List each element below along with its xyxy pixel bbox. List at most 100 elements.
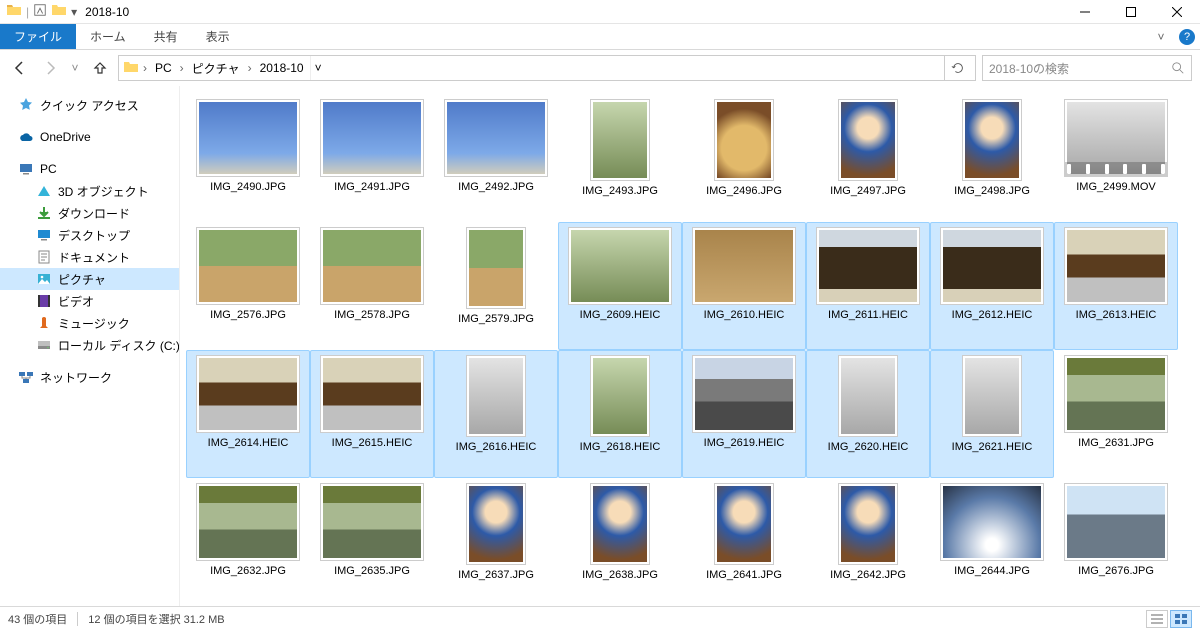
sidebar-item-ミュージック[interactable]: ミュージック (0, 312, 179, 334)
file-thumbnail[interactable]: IMG_2611.HEIC (806, 222, 930, 350)
file-thumbnail[interactable]: IMG_2578.JPG (310, 222, 434, 350)
file-thumbnail[interactable]: IMG_2644.JPG (930, 478, 1054, 606)
file-name-label: IMG_2614.HEIC (208, 437, 289, 450)
breadcrumb-pictures[interactable]: ピクチャ (188, 59, 244, 78)
file-thumbnail[interactable]: IMG_2618.HEIC (558, 350, 682, 478)
thumbnail-image (816, 227, 920, 305)
breadcrumb-sep[interactable]: › (141, 61, 149, 75)
file-name-label: IMG_2644.JPG (954, 565, 1030, 578)
breadcrumb-sep[interactable]: › (246, 61, 254, 75)
minimize-button[interactable] (1062, 0, 1108, 24)
thumbnail-image (568, 227, 672, 305)
address-bar[interactable]: › PC › ピクチャ › 2018-10 ˅ (118, 55, 976, 81)
file-thumbnail[interactable]: IMG_2609.HEIC (558, 222, 682, 350)
file-thumbnail[interactable]: IMG_2615.HEIC (310, 350, 434, 478)
file-name-label: IMG_2579.JPG (458, 313, 534, 326)
sidebar-item-ローカル ディスク (C:)[interactable]: ローカル ディスク (C:) (0, 334, 179, 356)
tab-home[interactable]: ホーム (76, 24, 140, 49)
close-button[interactable] (1154, 0, 1200, 24)
view-details-button[interactable] (1146, 610, 1168, 628)
qat-dropdown-icon[interactable]: ▾ (71, 5, 77, 19)
file-thumbnail[interactable]: IMG_2632.JPG (186, 478, 310, 606)
file-name-label: IMG_2638.JPG (582, 569, 658, 582)
sidebar-item-label: OneDrive (40, 130, 91, 144)
file-thumbnail[interactable]: IMG_2498.JPG (930, 94, 1054, 222)
up-button[interactable] (88, 56, 112, 80)
file-thumbnail[interactable]: IMG_2493.JPG (558, 94, 682, 222)
file-thumbnail[interactable]: IMG_2641.JPG (682, 478, 806, 606)
sidebar-pc[interactable]: PC (0, 158, 179, 180)
file-name-label: IMG_2631.JPG (1078, 437, 1154, 450)
thumbnail-image (838, 483, 898, 565)
status-bar: 43 個の項目 12 個の項目を選択 31.2 MB (0, 606, 1200, 630)
sidebar-item-ピクチャ[interactable]: ピクチャ (0, 268, 179, 290)
file-thumbnail[interactable]: IMG_2676.JPG (1054, 478, 1178, 606)
file-thumbnail[interactable]: IMG_2620.HEIC (806, 350, 930, 478)
breadcrumb-sep[interactable]: › (178, 61, 186, 75)
file-thumbnail[interactable]: IMG_2642.JPG (806, 478, 930, 606)
sidebar-item-ドキュメント[interactable]: ドキュメント (0, 246, 179, 268)
file-grid[interactable]: IMG_2490.JPGIMG_2491.JPGIMG_2492.JPGIMG_… (180, 86, 1200, 606)
thumbnail-image (320, 227, 424, 305)
sidebar-item-ビデオ[interactable]: ビデオ (0, 290, 179, 312)
file-thumbnail[interactable]: IMG_2492.JPG (434, 94, 558, 222)
file-thumbnail[interactable]: IMG_2635.JPG (310, 478, 434, 606)
file-name-label: IMG_2491.JPG (334, 181, 410, 194)
sidebar-item-ダウンロード[interactable]: ダウンロード (0, 202, 179, 224)
file-thumbnail[interactable]: IMG_2496.JPG (682, 94, 806, 222)
file-thumbnail[interactable]: IMG_2637.JPG (434, 478, 558, 606)
file-thumbnail[interactable]: IMG_2576.JPG (186, 222, 310, 350)
sidebar-item-label: ミュージック (58, 315, 130, 332)
sidebar-item-3D オブジェクト[interactable]: 3D オブジェクト (0, 180, 179, 202)
search-input[interactable]: 2018-10の検索 (982, 55, 1192, 81)
qat-folder-icon[interactable] (51, 2, 67, 21)
file-thumbnail[interactable]: IMG_2497.JPG (806, 94, 930, 222)
sidebar-onedrive[interactable]: OneDrive (0, 126, 179, 148)
file-thumbnail[interactable]: IMG_2638.JPG (558, 478, 682, 606)
thumbnail-image (320, 483, 424, 561)
tab-share[interactable]: 共有 (140, 24, 192, 49)
thumbnail-image (692, 355, 796, 433)
qat-icons: | ▾ (6, 2, 77, 21)
file-thumbnail[interactable]: IMG_2499.MOV (1054, 94, 1178, 222)
file-name-label: IMG_2612.HEIC (952, 309, 1033, 322)
tab-view[interactable]: 表示 (192, 24, 244, 49)
file-thumbnail[interactable]: IMG_2631.JPG (1054, 350, 1178, 478)
sidebar-quick-access[interactable]: クイック アクセス (0, 94, 179, 116)
sidebar-network[interactable]: ネットワーク (0, 366, 179, 388)
file-thumbnail[interactable]: IMG_2619.HEIC (682, 350, 806, 478)
qat-properties-icon[interactable] (33, 3, 47, 20)
qat-separator: | (26, 5, 29, 19)
file-thumbnail[interactable]: IMG_2614.HEIC (186, 350, 310, 478)
file-thumbnail[interactable]: IMG_2621.HEIC (930, 350, 1054, 478)
view-thumbnails-button[interactable] (1170, 610, 1192, 628)
file-name-label: IMG_2576.JPG (210, 309, 286, 322)
sidebar-item-label: ドキュメント (58, 249, 130, 266)
nav-sidebar: クイック アクセス OneDrive PC 3D オブジェクトダウンロードデスク… (0, 86, 180, 606)
file-tab[interactable]: ファイル (0, 24, 76, 49)
file-thumbnail[interactable]: IMG_2490.JPG (186, 94, 310, 222)
file-thumbnail[interactable]: IMG_2612.HEIC (930, 222, 1054, 350)
search-icon (1171, 61, 1185, 75)
forward-button[interactable] (38, 56, 62, 80)
file-thumbnail[interactable]: IMG_2613.HEIC (1054, 222, 1178, 350)
address-dropdown-icon[interactable]: ˅ (310, 56, 326, 80)
sidebar-item-label: ピクチャ (58, 271, 106, 288)
ribbon-collapse-icon[interactable]: ˅ (1148, 24, 1174, 49)
thumbnail-image (940, 227, 1044, 305)
breadcrumb-pc[interactable]: PC (151, 60, 176, 76)
help-button[interactable]: ? (1174, 24, 1200, 49)
file-thumbnail[interactable]: IMG_2579.JPG (434, 222, 558, 350)
file-thumbnail[interactable]: IMG_2491.JPG (310, 94, 434, 222)
recent-dropdown-icon[interactable]: ˅ (68, 56, 82, 80)
refresh-button[interactable] (944, 56, 971, 80)
file-thumbnail[interactable]: IMG_2616.HEIC (434, 350, 558, 478)
back-button[interactable] (8, 56, 32, 80)
file-name-label: IMG_2610.HEIC (704, 309, 785, 322)
sidebar-item-デスクトップ[interactable]: デスクトップ (0, 224, 179, 246)
thumbnail-image (320, 355, 424, 433)
breadcrumb-current[interactable]: 2018-10 (256, 60, 308, 76)
file-thumbnail[interactable]: IMG_2610.HEIC (682, 222, 806, 350)
maximize-button[interactable] (1108, 0, 1154, 24)
sidebar-item-label: デスクトップ (58, 227, 130, 244)
